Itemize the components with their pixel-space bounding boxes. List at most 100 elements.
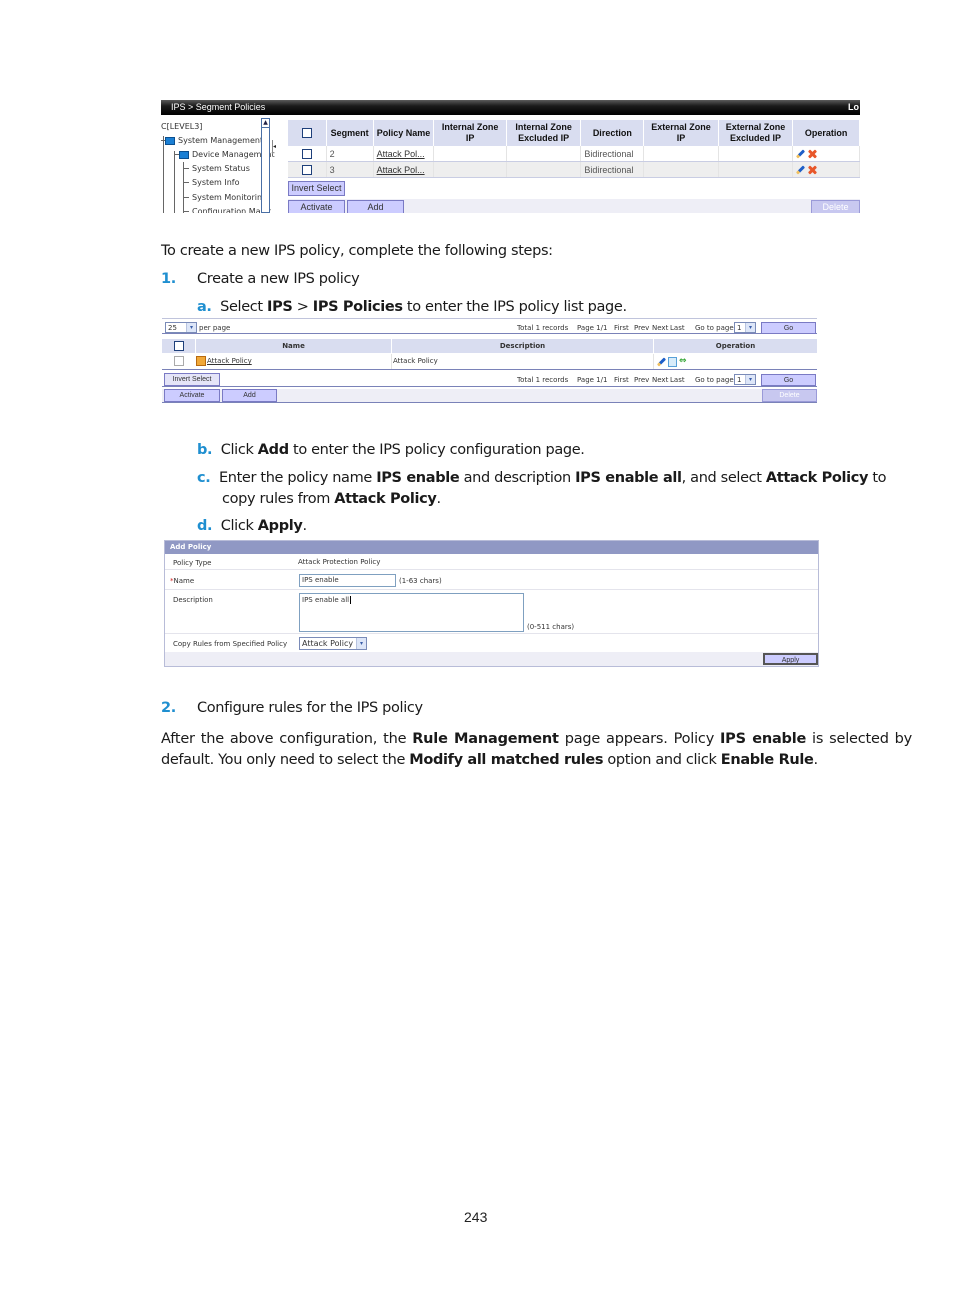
step-2-title: Configure rules for the IPS policy [197,700,423,716]
row-select [288,146,327,162]
prev-link[interactable]: Prev [634,376,649,384]
edit-icon[interactable] [796,165,805,174]
table-header-row: Name Description Operation [162,339,817,353]
per-page-select[interactable]: 25 ▾ [165,322,197,333]
segment-policies-screenshot: IPS > Segment Policies Lo C[LEVEL3] Syst… [161,100,860,213]
chevron-down-icon: ▾ [745,375,755,384]
internal-zone-excluded-ip-cell [506,161,582,178]
step-1a: a. Select IPS > IPS Policies to enter th… [197,299,627,315]
description-row: Description IPS enable all (0-511 chars) [165,590,818,634]
next-link[interactable]: Next [652,324,668,332]
direction-cell: Bidirectional [580,146,645,162]
policy-name-cell: Attack Pol... [373,146,435,162]
operation-cell [792,146,860,162]
external-zone-ip-cell [643,146,719,162]
description-textarea[interactable]: IPS enable all [299,593,524,632]
segment-cell: 2 [326,146,374,162]
invert-select-button[interactable]: Invert Select [288,181,345,196]
delete-icon[interactable] [807,165,817,175]
activate-button[interactable]: Activate [164,389,220,402]
column-header[interactable]: Internal Zone IP [433,120,507,146]
internal-zone-ip-cell [433,161,507,178]
row-checkbox[interactable] [301,148,312,159]
apply-button[interactable]: Apply [763,653,818,665]
goto-page-select[interactable]: 1 ▾ [734,322,756,333]
prev-link[interactable]: Prev [634,324,649,332]
external-zone-ip-cell [643,161,719,178]
select-all-header [288,120,327,146]
last-link[interactable]: Last [670,376,685,384]
next-link[interactable]: Next [652,376,668,384]
policy-name-cell: Attack Pol... [373,161,435,178]
chevron-down-icon: ▾ [186,323,196,332]
policy-name-link[interactable]: Attack Policy [207,357,252,365]
apply-icon[interactable]: ⇔ [679,354,687,369]
activate-button[interactable]: Activate [288,200,345,213]
column-header[interactable]: Internal Zone Excluded IP [506,120,582,146]
column-header[interactable]: Segment [326,120,374,146]
edit-icon[interactable] [657,357,666,366]
last-link[interactable]: Last [670,324,685,332]
external-zone-excluded-ip-cell [718,161,794,178]
row-checkbox[interactable] [174,356,184,366]
column-header[interactable]: Description [392,339,654,353]
column-header[interactable]: External Zone Excluded IP [718,120,794,146]
tree-item-system-management[interactable]: System Management [161,136,263,145]
add-button[interactable]: Add [222,389,277,402]
folder-icon [165,136,175,145]
collapse-panel-icon[interactable]: ◂ [272,140,278,154]
closing-line-2: default. You only need to select the Mod… [161,752,818,768]
tree-root[interactable]: C[LEVEL3] [161,122,202,131]
internal-zone-excluded-ip-cell [506,146,582,162]
policy-name-link[interactable]: Attack Pol... [377,165,425,175]
select-all-checkbox[interactable] [301,128,312,139]
column-header[interactable]: Name [196,339,392,353]
direction-cell: Bidirectional [580,161,645,178]
tree-item-device-management[interactable]: Device Management [174,150,275,159]
goto-page-label: Go to page [695,324,734,332]
policy-name-link[interactable]: Attack Pol... [377,149,425,159]
internal-zone-ip-cell [433,146,507,162]
tree-item-system-status[interactable]: System Status [183,164,250,173]
button-bar: Apply [165,652,818,666]
goto-page-label: Go to page [695,376,734,384]
external-zone-excluded-ip-cell [718,146,794,162]
tree-item-system-info[interactable]: System Info [183,178,240,187]
policy-type-row: Policy Type Attack Protection Policy [165,554,818,570]
tree-line [174,151,175,213]
step-1-number: 1. [161,271,176,287]
first-link[interactable]: First [614,324,629,332]
total-records: Total 1 records [517,324,569,332]
table-row: 2 Attack Pol... Bidirectional [288,146,860,162]
tree-item-system-monitoring[interactable]: System Monitoring [183,193,267,202]
button-bar: Activate Add Delete [162,389,817,403]
edit-icon[interactable] [796,149,805,158]
invert-select-button[interactable]: Invert Select [164,373,220,386]
step-1-title: Create a new IPS policy [197,271,360,287]
scroll-up-icon[interactable]: ▲ [262,119,269,128]
go-button[interactable]: Go [761,374,816,386]
copy-rules-select[interactable]: Attack Policy ▾ [299,637,367,650]
logout-link[interactable]: Lo [848,100,859,115]
row-checkbox[interactable] [301,164,312,175]
copy-icon[interactable] [668,356,677,367]
delete-button[interactable]: Delete [811,200,860,213]
tree-item-configuration-maintenance[interactable]: Configuration Maint [183,207,271,213]
intro-text: To create a new IPS policy, complete the… [161,243,553,259]
delete-button[interactable]: Delete [762,389,817,402]
column-header[interactable]: Policy Name [373,120,435,146]
go-button[interactable]: Go [761,322,816,334]
column-header[interactable]: External Zone IP [643,120,719,146]
name-hint: (1-63 chars) [399,577,442,585]
select-all-checkbox[interactable] [173,341,184,351]
delete-icon[interactable] [807,149,817,159]
first-link[interactable]: First [614,376,629,384]
page-indicator: Page 1/1 [577,376,608,384]
add-button[interactable]: Add [347,200,404,213]
name-input[interactable]: IPS enable [299,574,396,587]
tree-scrollbar[interactable]: ▲ [261,118,270,213]
column-header[interactable]: Direction [580,120,645,146]
step-1c-line-1: c. Enter the policy name IPS enable and … [197,470,887,486]
goto-page-select[interactable]: 1 ▾ [734,374,756,385]
step-1b: b. Click Add to enter the IPS policy con… [197,442,585,458]
